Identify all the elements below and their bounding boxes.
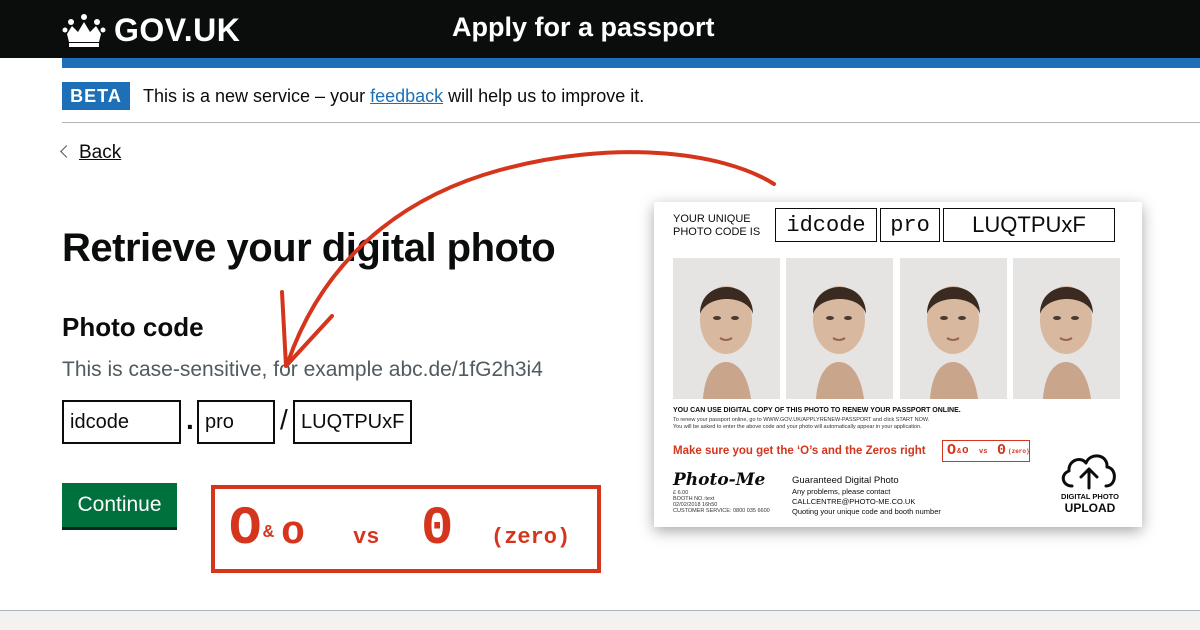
- crown-icon: [62, 14, 106, 47]
- photo-code-label: Photo code: [62, 312, 204, 342]
- slash-separator: /: [280, 404, 288, 435]
- photo-me-card: YOUR UNIQUE PHOTO CODE IS idcode pro LUQ…: [654, 202, 1142, 527]
- photo-code-field-1[interactable]: idcode: [62, 400, 181, 444]
- card-guaranteed: Guaranteed Digital Photo: [792, 475, 899, 486]
- card-online-title: YOU CAN USE DIGITAL COPY OF THIS PHOTO T…: [673, 407, 961, 414]
- card-code-3: LUQTPUxF: [943, 208, 1115, 242]
- passport-photo-1: [673, 258, 780, 399]
- photo-me-brand: Photo-Me: [673, 470, 766, 490]
- callout-ampersand: &: [263, 523, 274, 543]
- callout-zero: 0: [421, 499, 454, 560]
- card-warning: Make sure you get the ‘O’s and the Zeros…: [673, 445, 926, 457]
- passport-photo-2: [786, 258, 893, 399]
- code-label-line-2: PHOTO CODE IS: [673, 226, 761, 238]
- card-online-line-2: You will be asked to enter the above cod…: [673, 424, 922, 430]
- code-label-line-1: YOUR UNIQUE: [673, 213, 751, 225]
- callout-vs: vs: [353, 525, 380, 550]
- logo-text: GOV.UK: [114, 11, 241, 48]
- dot-separator: .: [186, 404, 194, 435]
- mini-zero: 0: [997, 442, 1007, 459]
- passport-photo-3: [900, 258, 1007, 399]
- chevron-left-icon: [60, 145, 73, 158]
- continue-button[interactable]: Continue: [62, 483, 177, 527]
- phase-banner: BETA This is a new service – your feedba…: [62, 82, 1200, 123]
- footer-strip: [0, 610, 1200, 630]
- photo-code-field-2[interactable]: pro: [197, 400, 275, 444]
- feedback-link[interactable]: feedback: [370, 86, 443, 106]
- back-link[interactable]: Back: [79, 142, 121, 163]
- callout-small-o: o: [281, 511, 306, 556]
- upload-line-1: DIGITAL PHOTO: [1061, 492, 1119, 501]
- passport-photo-4: [1013, 258, 1120, 399]
- callout-zero-label: (zero): [491, 525, 571, 550]
- code-label: YOUR UNIQUE PHOTO CODE IS: [673, 213, 760, 239]
- zero-callout-box: O & o vs 0 (zero): [211, 485, 601, 573]
- mini-small-o: o: [962, 445, 969, 457]
- photo-code-field-3[interactable]: LUQTPUxF: [293, 400, 412, 444]
- card-code-2: pro: [880, 208, 940, 242]
- card-online-line-1: To renew your passport online, go to WWW…: [673, 417, 930, 423]
- mini-zero-label: (zero): [1008, 448, 1030, 455]
- card-quoting: Quoting your unique code and booth numbe…: [792, 507, 941, 516]
- mini-vs: vs: [979, 448, 988, 456]
- phase-text-before: This is a new service – your: [143, 86, 371, 106]
- phase-text-after: will help us to improve it.: [443, 86, 645, 106]
- card-customer-service: CUSTOMER SERVICE: 0800 035 6600: [673, 508, 770, 514]
- cloud-upload-icon: [1061, 454, 1116, 490]
- beta-tag: BETA: [62, 82, 130, 110]
- upload-line-2: UPLOAD: [1064, 501, 1116, 515]
- mini-ampersand: &: [957, 448, 962, 456]
- header-blue-bar: [62, 58, 1200, 68]
- govuk-logo[interactable]: GOV.UK: [62, 10, 240, 50]
- service-name[interactable]: Apply for a passport: [452, 12, 715, 43]
- back-link-container: Back: [60, 142, 121, 164]
- card-email: CALLCENTRE@PHOTO-ME.CO.UK: [792, 497, 916, 506]
- card-mini-callout: O & o vs 0 (zero): [942, 440, 1030, 462]
- mini-big-o: O: [947, 442, 957, 459]
- card-problems: Any problems, please contact: [792, 487, 891, 496]
- phase-banner-text: This is a new service – your feedback wi…: [143, 86, 644, 107]
- card-code-1: idcode: [775, 208, 877, 242]
- callout-big-o: O: [229, 499, 262, 560]
